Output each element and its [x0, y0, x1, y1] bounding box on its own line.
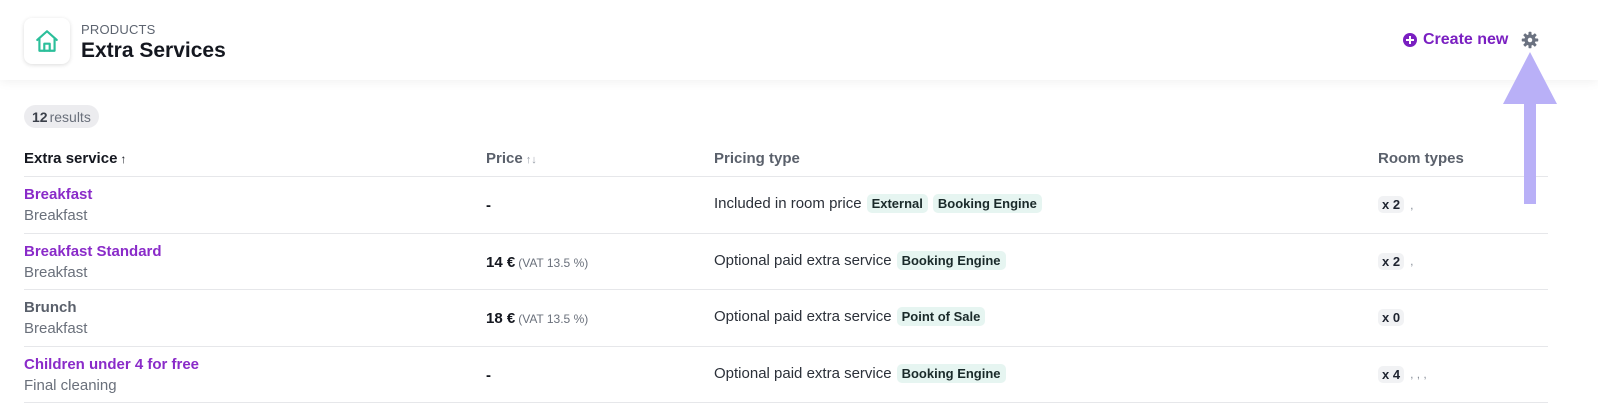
service-category: Breakfast	[24, 207, 88, 224]
table-row[interactable]: Brunch Breakfast 18 € (VAT 13.5 %) Option…	[24, 290, 1548, 347]
pricing-type-cell: Optional paid extra service Booking Engi…	[714, 250, 1006, 270]
room-type-list: ,	[1410, 254, 1414, 268]
plus-circle-icon	[1403, 33, 1417, 47]
pricing-type-text: Optional paid extra service	[714, 308, 892, 325]
pricing-type-text: Included in room price	[714, 195, 862, 212]
room-type-count: x 0	[1378, 309, 1405, 326]
column-header-pricing-type: Pricing type	[714, 150, 800, 167]
table-row[interactable]: Breakfast Breakfast - Included in room p…	[24, 177, 1548, 234]
service-category: Breakfast	[24, 320, 88, 337]
room-types-cell: x 2 ,	[1378, 196, 1413, 213]
channel-tag: Booking Engine	[896, 363, 1006, 383]
sort-both-icon: ↑↓	[525, 154, 537, 166]
extra-services-table: Extra service ↑ Price ↑↓ Pricing type Room…	[24, 140, 1548, 403]
column-header-room-types: Room types	[1378, 150, 1464, 167]
service-category: Final cleaning	[24, 376, 117, 394]
vat-label: (VAT 13.5 %)	[518, 312, 589, 326]
service-name-link[interactable]: Breakfast Standard	[24, 243, 162, 260]
service-name-link[interactable]: Breakfast	[24, 186, 92, 203]
pricing-type-text: Optional paid extra service	[714, 364, 892, 382]
service-category: Breakfast	[24, 263, 88, 281]
room-type-list: , , ,	[1410, 367, 1427, 381]
service-price: -	[486, 367, 494, 384]
gear-icon[interactable]	[1521, 31, 1539, 49]
page-title: Extra Services	[81, 39, 226, 62]
home-button[interactable]	[24, 18, 70, 64]
pricing-type-cell: Optional paid extra service Point of Sal…	[714, 307, 986, 326]
room-type-list: ,	[1410, 197, 1414, 212]
results-count: 12	[32, 108, 48, 125]
channel-tag: Booking Engine	[896, 250, 1006, 270]
pricing-type-cell: Optional paid extra service Booking Engi…	[714, 363, 1006, 383]
sort-ascending-icon: ↑	[120, 152, 127, 166]
pricing-type-text: Optional paid extra service	[714, 251, 892, 269]
column-label-price: Price	[486, 150, 523, 167]
pricing-type-cell: Included in room price External Booking …	[714, 194, 1042, 213]
create-new-button[interactable]: Create new	[1403, 28, 1508, 52]
results-count-badge: 12 results	[24, 105, 99, 128]
room-type-count: x 2	[1378, 252, 1405, 270]
room-types-cell: x 2 ,	[1378, 252, 1414, 270]
room-type-count: x 4	[1378, 365, 1405, 383]
table-row[interactable]: Children under 4 for free Final cleaning…	[24, 347, 1548, 403]
price-value: -	[486, 197, 491, 214]
room-types-cell: x 0	[1378, 309, 1410, 326]
price-value: -	[486, 366, 491, 384]
channel-tag: External	[866, 194, 928, 213]
channel-tag: Booking Engine	[932, 194, 1042, 213]
service-price: 14 € (VAT 13.5 %)	[486, 254, 588, 271]
arrow-up-icon	[1503, 52, 1557, 204]
page-header: PRODUCTS Extra Services Create new	[0, 0, 1598, 80]
column-header-price[interactable]: Price ↑↓	[486, 150, 537, 167]
service-price: -	[486, 197, 494, 214]
table-header: Extra service ↑ Price ↑↓ Pricing type Room…	[24, 140, 1548, 177]
breadcrumb-products: PRODUCTS	[81, 22, 156, 37]
room-type-count: x 2	[1378, 196, 1405, 213]
vat-label: (VAT 13.5 %)	[518, 255, 589, 270]
table-row[interactable]: Breakfast Standard Breakfast 14 € (VAT 13…	[24, 234, 1548, 290]
channel-tag: Point of Sale	[896, 307, 986, 326]
column-label-extra-service: Extra service	[24, 150, 118, 167]
create-new-label: Create new	[1423, 31, 1509, 48]
price-value: 18 €	[486, 310, 516, 327]
price-value: 14 €	[486, 253, 516, 271]
service-name-link[interactable]: Brunch	[24, 299, 77, 316]
service-name-link[interactable]: Children under 4 for free	[24, 356, 199, 373]
service-price: 18 € (VAT 13.5 %)	[486, 310, 588, 327]
results-label: results	[49, 108, 91, 125]
column-header-extra-service[interactable]: Extra service ↑	[24, 150, 126, 167]
home-icon	[36, 30, 58, 52]
room-types-cell: x 4 , , ,	[1378, 365, 1427, 383]
